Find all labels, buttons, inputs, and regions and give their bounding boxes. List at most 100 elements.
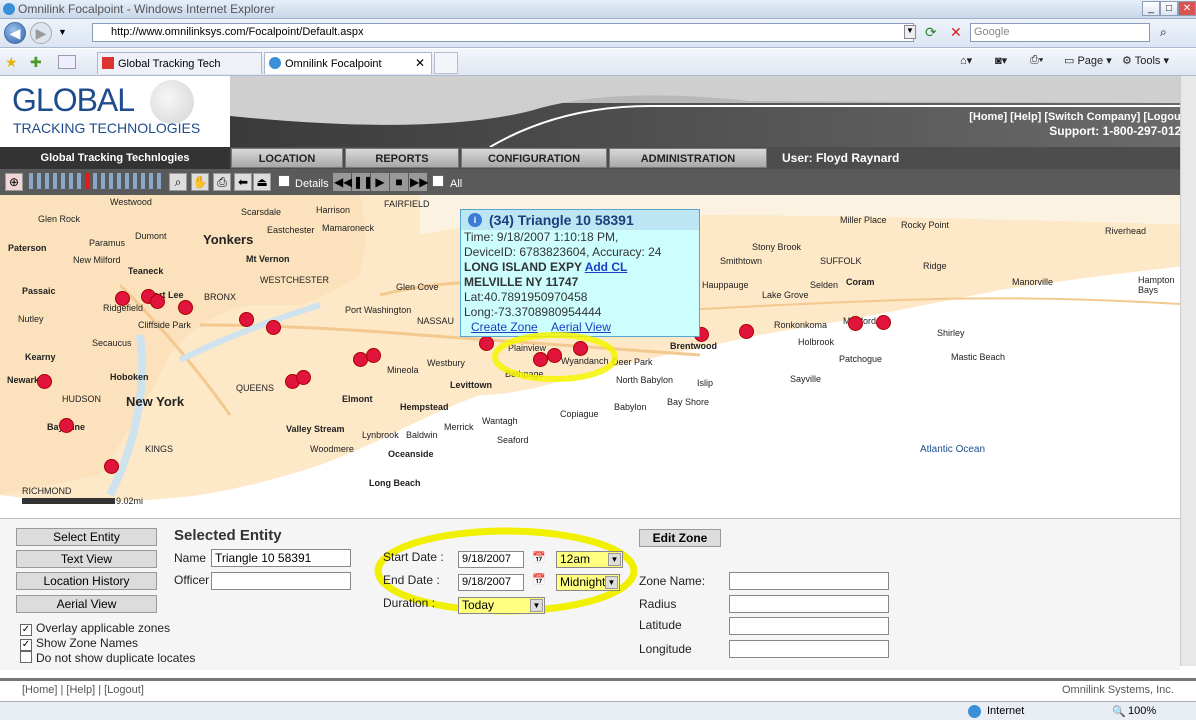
longitude-input[interactable] — [729, 640, 889, 658]
nav-reports[interactable]: REPORTS — [345, 148, 459, 168]
zoom-level-tick[interactable] — [61, 173, 65, 189]
forward-button[interactable]: ▶ — [30, 22, 52, 44]
name-input[interactable]: Triangle 10 58391 — [211, 549, 351, 567]
zoom-level-tick[interactable] — [117, 173, 121, 189]
overlay-zones-checkbox[interactable]: ✓ — [20, 621, 32, 636]
zoom-icon[interactable]: 🔍 — [1112, 705, 1126, 718]
favorites-star-icon[interactable]: ★ — [5, 54, 18, 71]
text-view-button[interactable]: Text View — [16, 550, 157, 568]
zoom-level-tick[interactable] — [101, 173, 105, 189]
zoom-level-tick[interactable] — [157, 173, 161, 189]
location-marker[interactable] — [848, 316, 863, 331]
no-duplicates-checkbox[interactable] — [20, 651, 32, 666]
end-time-select[interactable]: Midnight ▼ — [556, 574, 620, 591]
zone-name-input[interactable] — [729, 572, 889, 590]
zoom-level-tick[interactable] — [29, 173, 33, 189]
location-marker[interactable] — [239, 312, 254, 327]
aerial-view-button[interactable]: Aerial View — [16, 595, 157, 613]
zoom-level-tick[interactable] — [141, 173, 145, 189]
print-icon[interactable]: ⎙▾ — [1030, 54, 1043, 67]
home-icon[interactable]: ⌂▾ — [960, 54, 972, 67]
rewind-icon[interactable]: ◀◀ — [333, 173, 352, 191]
zoom-level-tick[interactable] — [77, 173, 81, 189]
all-checkbox[interactable] — [432, 175, 444, 190]
add-cl-link[interactable]: Add CL — [585, 260, 628, 274]
start-date-input[interactable]: 9/18/2007 — [458, 551, 524, 568]
back-arrow-icon[interactable]: ⬅ — [234, 173, 252, 191]
location-marker[interactable] — [104, 459, 119, 474]
nav-administration[interactable]: ADMINISTRATION — [609, 148, 767, 168]
new-tab-button[interactable] — [434, 52, 458, 74]
location-marker[interactable] — [150, 294, 165, 309]
add-favorite-icon[interactable]: ✚ — [30, 54, 42, 71]
zoom-level-tick[interactable] — [149, 173, 153, 189]
zoom-level-tick[interactable] — [125, 173, 129, 189]
zoom-level-tick[interactable] — [53, 173, 57, 189]
zoom-level-tick[interactable] — [109, 173, 113, 189]
zoom-level-tick[interactable] — [85, 173, 89, 189]
export-icon[interactable]: ⏏ — [253, 173, 271, 191]
search-input[interactable]: Google — [970, 23, 1150, 42]
location-marker[interactable] — [296, 370, 311, 385]
nav-location[interactable]: LOCATION — [231, 148, 343, 168]
pan-hand-icon[interactable]: ✋ — [191, 173, 209, 191]
edit-zone-button[interactable]: Edit Zone — [639, 529, 721, 547]
duration-select[interactable]: Today ▼ — [458, 597, 545, 614]
location-marker[interactable] — [739, 324, 754, 339]
zoom-level-tick[interactable] — [69, 173, 73, 189]
page-menu[interactable]: ▭ Page ▾ — [1064, 54, 1112, 67]
url-dropdown-icon[interactable]: ▼ — [904, 25, 916, 39]
zoom-level-tick[interactable] — [45, 173, 49, 189]
play-icon[interactable]: ▶ — [371, 173, 389, 191]
location-marker[interactable] — [876, 315, 891, 330]
stop-playback-icon[interactable]: ■ — [390, 173, 408, 191]
location-marker[interactable] — [266, 320, 281, 335]
tab-omnilink-focalpoint[interactable]: Omnilink Focalpoint ✕ — [264, 52, 432, 74]
popup-title-text: (34) Triangle 10 58391 — [489, 212, 634, 228]
zoom-out-icon[interactable]: ⌕ — [169, 173, 187, 191]
url-input[interactable]: http://www.omnilinksys.com/Focalpoint/De… — [92, 23, 914, 42]
latitude-input[interactable] — [729, 617, 889, 635]
quick-tabs-icon[interactable] — [58, 55, 76, 69]
end-date-input[interactable]: 9/18/2007 — [458, 574, 524, 591]
back-button[interactable]: ◀ — [4, 22, 26, 44]
pause-icon[interactable]: ❚❚ — [352, 173, 373, 191]
location-marker[interactable] — [59, 418, 74, 433]
location-marker[interactable] — [115, 291, 130, 306]
zoom-level-tick[interactable] — [133, 173, 137, 189]
fast-forward-icon[interactable]: ▶▶ — [409, 173, 428, 191]
header-links[interactable]: [Home] [Help] [Switch Company] [Logout] — [969, 111, 1188, 123]
footer-links[interactable]: [Home] | [Help] | [Logout] — [22, 684, 144, 696]
details-checkbox[interactable] — [278, 175, 290, 190]
start-calendar-icon[interactable]: 📅 — [532, 551, 546, 564]
nav-configuration[interactable]: CONFIGURATION — [461, 148, 607, 168]
end-calendar-icon[interactable]: 📅 — [532, 573, 546, 586]
refresh-icon[interactable]: ⟳ — [925, 24, 937, 41]
minimize-button[interactable]: _ — [1142, 1, 1160, 16]
zoom-level[interactable]: 100% — [1128, 705, 1156, 717]
location-marker[interactable] — [178, 300, 193, 315]
print-map-icon[interactable]: ⎙ — [213, 173, 231, 191]
close-window-button[interactable]: ✕ — [1178, 1, 1196, 16]
tools-menu[interactable]: ⚙ Tools ▾ — [1122, 54, 1169, 67]
maximize-button[interactable]: □ — [1160, 1, 1178, 16]
select-entity-button[interactable]: Select Entity — [16, 528, 157, 546]
zoom-box-icon[interactable]: ⊕ — [5, 173, 23, 191]
stop-icon[interactable]: ✕ — [950, 24, 962, 41]
feeds-icon[interactable]: ◙▾ — [995, 54, 1007, 67]
search-icon[interactable]: ⌕ — [1160, 25, 1167, 40]
location-history-button[interactable]: Location History — [16, 572, 157, 590]
radius-input[interactable] — [729, 595, 889, 613]
tab-global-tracking[interactable]: Global Tracking Tech — [97, 52, 262, 74]
officer-input[interactable] — [211, 572, 351, 590]
zoom-level-tick[interactable] — [93, 173, 97, 189]
start-time-select[interactable]: 12am ▼ — [556, 551, 623, 568]
history-dropdown-icon[interactable]: ▼ — [58, 27, 67, 37]
zoom-level-tick[interactable] — [37, 173, 41, 189]
show-zone-names-checkbox[interactable]: ✓ — [20, 636, 32, 651]
location-marker[interactable] — [366, 348, 381, 363]
close-tab-icon[interactable]: ✕ — [415, 56, 425, 70]
location-marker[interactable] — [37, 374, 52, 389]
page-scrollbar[interactable] — [1180, 76, 1196, 666]
tab-label: Omnilink Focalpoint — [285, 58, 382, 70]
